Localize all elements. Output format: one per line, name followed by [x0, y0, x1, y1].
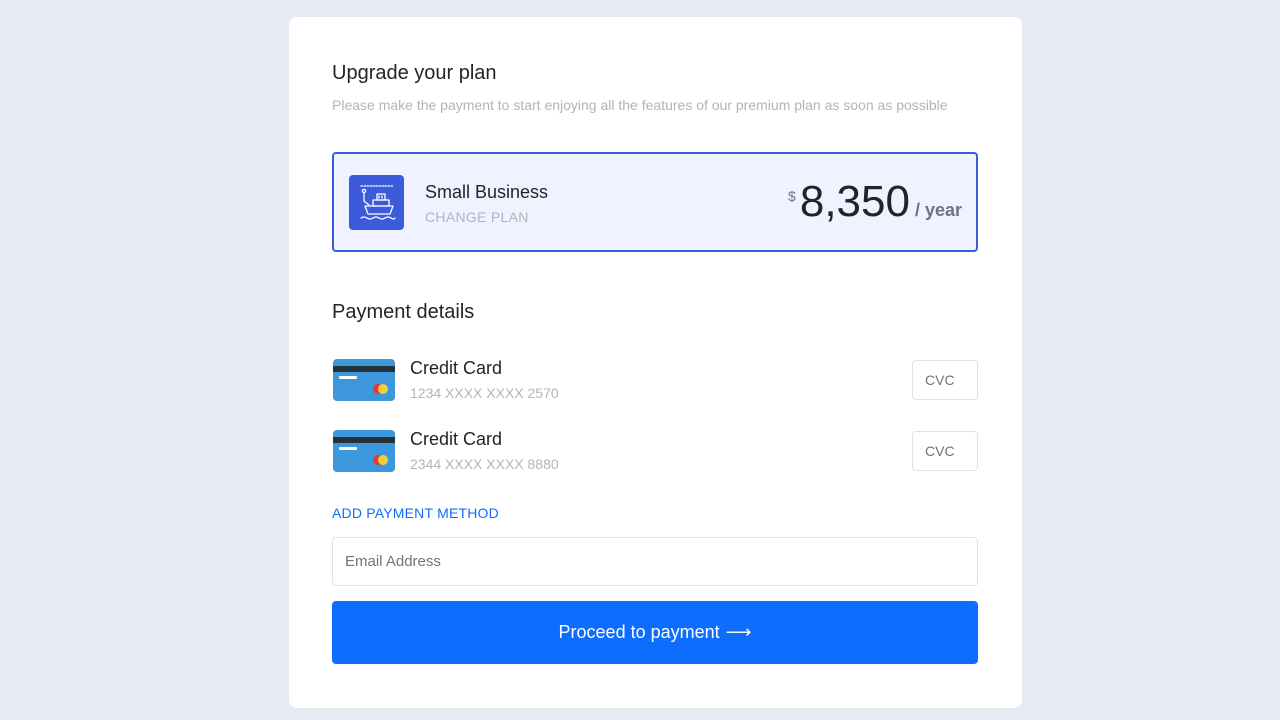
- price-period: / year: [914, 200, 962, 220]
- proceed-label: Proceed to payment: [558, 622, 720, 642]
- selected-plan: Small Business CHANGE PLAN $ 8,350 / yea…: [332, 152, 978, 252]
- ship-icon: [349, 175, 404, 230]
- arrow-right-icon: ⟶: [725, 622, 752, 642]
- payment-method-row[interactable]: Credit Card 2344 XXXX XXXX 8880: [332, 428, 978, 473]
- page-title: Upgrade your plan: [332, 62, 497, 84]
- credit-card-icon: [333, 359, 395, 401]
- cvc-input[interactable]: [912, 360, 978, 400]
- email-field[interactable]: [332, 537, 978, 586]
- proceed-to-payment-button[interactable]: Proceed to payment ⟶: [332, 601, 978, 664]
- plan-price: $ 8,350 / year: [788, 180, 962, 224]
- add-payment-method-link[interactable]: ADD PAYMENT METHOD: [332, 505, 499, 521]
- payment-method-title: Credit Card: [410, 429, 503, 449]
- cvc-input[interactable]: [912, 431, 978, 471]
- payment-method-row[interactable]: Credit Card 1234 XXXX XXXX 2570: [332, 357, 978, 402]
- price-currency: $: [788, 188, 796, 204]
- credit-card-icon: [333, 430, 395, 472]
- price-amount: 8,350: [799, 177, 910, 226]
- payment-details-title: Payment details: [332, 301, 475, 323]
- upgrade-plan-card: Upgrade your plan Please make the paymen…: [289, 17, 1022, 708]
- plan-name: Small Business: [425, 182, 549, 202]
- payment-method-number: 2344 XXXX XXXX 8880: [410, 456, 559, 472]
- payment-method-number: 1234 XXXX XXXX 2570: [410, 385, 559, 401]
- change-plan-link[interactable]: CHANGE PLAN: [425, 209, 529, 225]
- payment-method-title: Credit Card: [410, 358, 503, 378]
- page-subtitle: Please make the payment to start enjoyin…: [332, 97, 948, 113]
